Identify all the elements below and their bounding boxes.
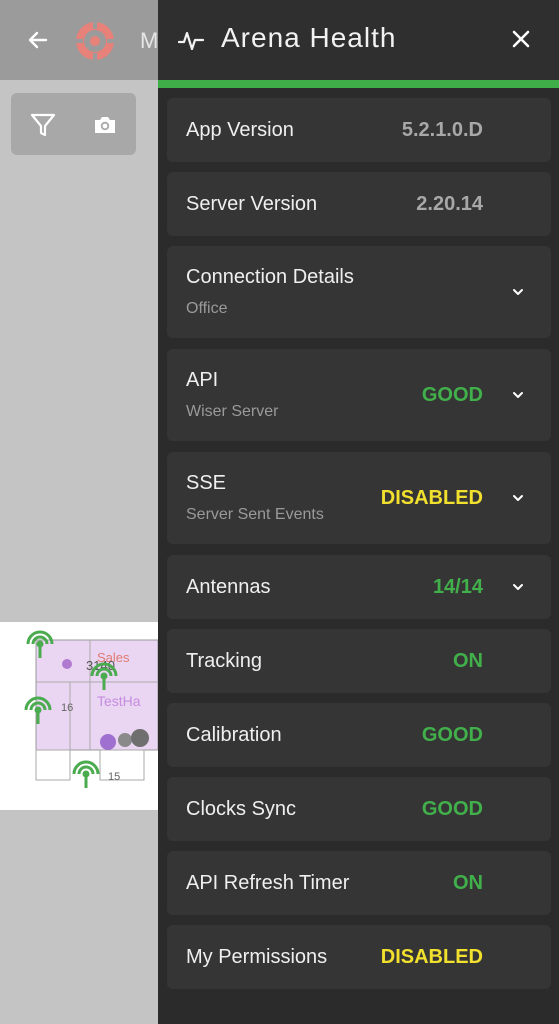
card-label: Calibration: [186, 724, 282, 746]
card-label: API: [186, 369, 219, 391]
chevron-down-icon[interactable]: [511, 491, 525, 505]
antenna-icon[interactable]: [72, 760, 100, 788]
floor-map-drawing: Sales 3140 TestHa 16 15: [24, 630, 158, 788]
card-label: SSE: [186, 472, 227, 494]
chevron-down-icon[interactable]: [511, 388, 525, 402]
map-toolbar: [11, 93, 136, 155]
card-label: Clocks Sync: [186, 798, 297, 820]
card-value: DISABLED: [380, 946, 483, 968]
card-sse[interactable]: SSE Server Sent Events DISABLED: [167, 452, 551, 544]
close-icon[interactable]: [510, 28, 532, 50]
card-value: GOOD: [421, 724, 483, 746]
pulse-icon: [178, 31, 204, 51]
card-value: 5.2.1.0.D: [401, 119, 483, 141]
card-label: Antennas: [186, 576, 271, 598]
card-sublabel: Wiser Server: [186, 403, 279, 420]
drawer-title: Arena Health: [221, 22, 397, 53]
card-label: API Refresh Timer: [186, 872, 350, 894]
card-my-permissions: My Permissions DISABLED: [167, 925, 551, 989]
chevron-down-icon[interactable]: [511, 285, 525, 299]
map-label-testha: TestHa: [97, 693, 141, 709]
card-sublabel: Server Sent Events: [186, 506, 324, 523]
drawer-header: Arena Health: [158, 0, 559, 80]
card-server-version: Server Version 2.20.14: [167, 172, 551, 236]
card-app-version: App Version 5.2.1.0.D: [167, 98, 551, 162]
card-value: GOOD: [421, 384, 483, 406]
card-label: App Version: [186, 119, 294, 141]
card-api[interactable]: API Wiser Server GOOD: [167, 349, 551, 441]
filter-icon[interactable]: [29, 111, 57, 139]
card-label: My Permissions: [186, 946, 328, 968]
card-value: ON: [453, 872, 483, 894]
status-bar: [158, 80, 559, 88]
arena-health-drawer: Arena Health App Version 5.2.1.0.D Serve…: [158, 0, 559, 1024]
card-sublabel: Office: [186, 300, 228, 317]
card-clocks-sync: Clocks Sync GOOD: [167, 777, 551, 841]
card-tracking: Tracking ON: [167, 629, 551, 693]
card-value: 14/14: [432, 576, 483, 598]
map-label-15: 15: [108, 771, 120, 783]
card-value: GOOD: [421, 798, 483, 820]
card-label: Connection Details: [186, 266, 354, 288]
map-label-16: 16: [61, 702, 73, 714]
floor-map[interactable]: Sales 3140 TestHa 16 15: [0, 622, 158, 810]
card-value: ON: [453, 650, 483, 672]
card-value: 2.20.14: [416, 193, 483, 215]
card-connection-details[interactable]: Connection Details Office: [167, 246, 551, 338]
card-label: Tracking: [186, 650, 262, 672]
app-title-fragment: M: [140, 28, 159, 53]
card-api-refresh-timer: API Refresh Timer ON: [167, 851, 551, 915]
logo-icon: [74, 20, 116, 62]
chevron-down-icon[interactable]: [511, 580, 525, 594]
card-label: Server Version: [186, 193, 318, 215]
card-calibration: Calibration GOOD: [167, 703, 551, 767]
camera-icon[interactable]: [91, 111, 119, 139]
back-arrow-icon[interactable]: [26, 28, 50, 52]
card-antennas[interactable]: Antennas 14/14: [167, 555, 551, 619]
card-value: DISABLED: [380, 487, 483, 509]
